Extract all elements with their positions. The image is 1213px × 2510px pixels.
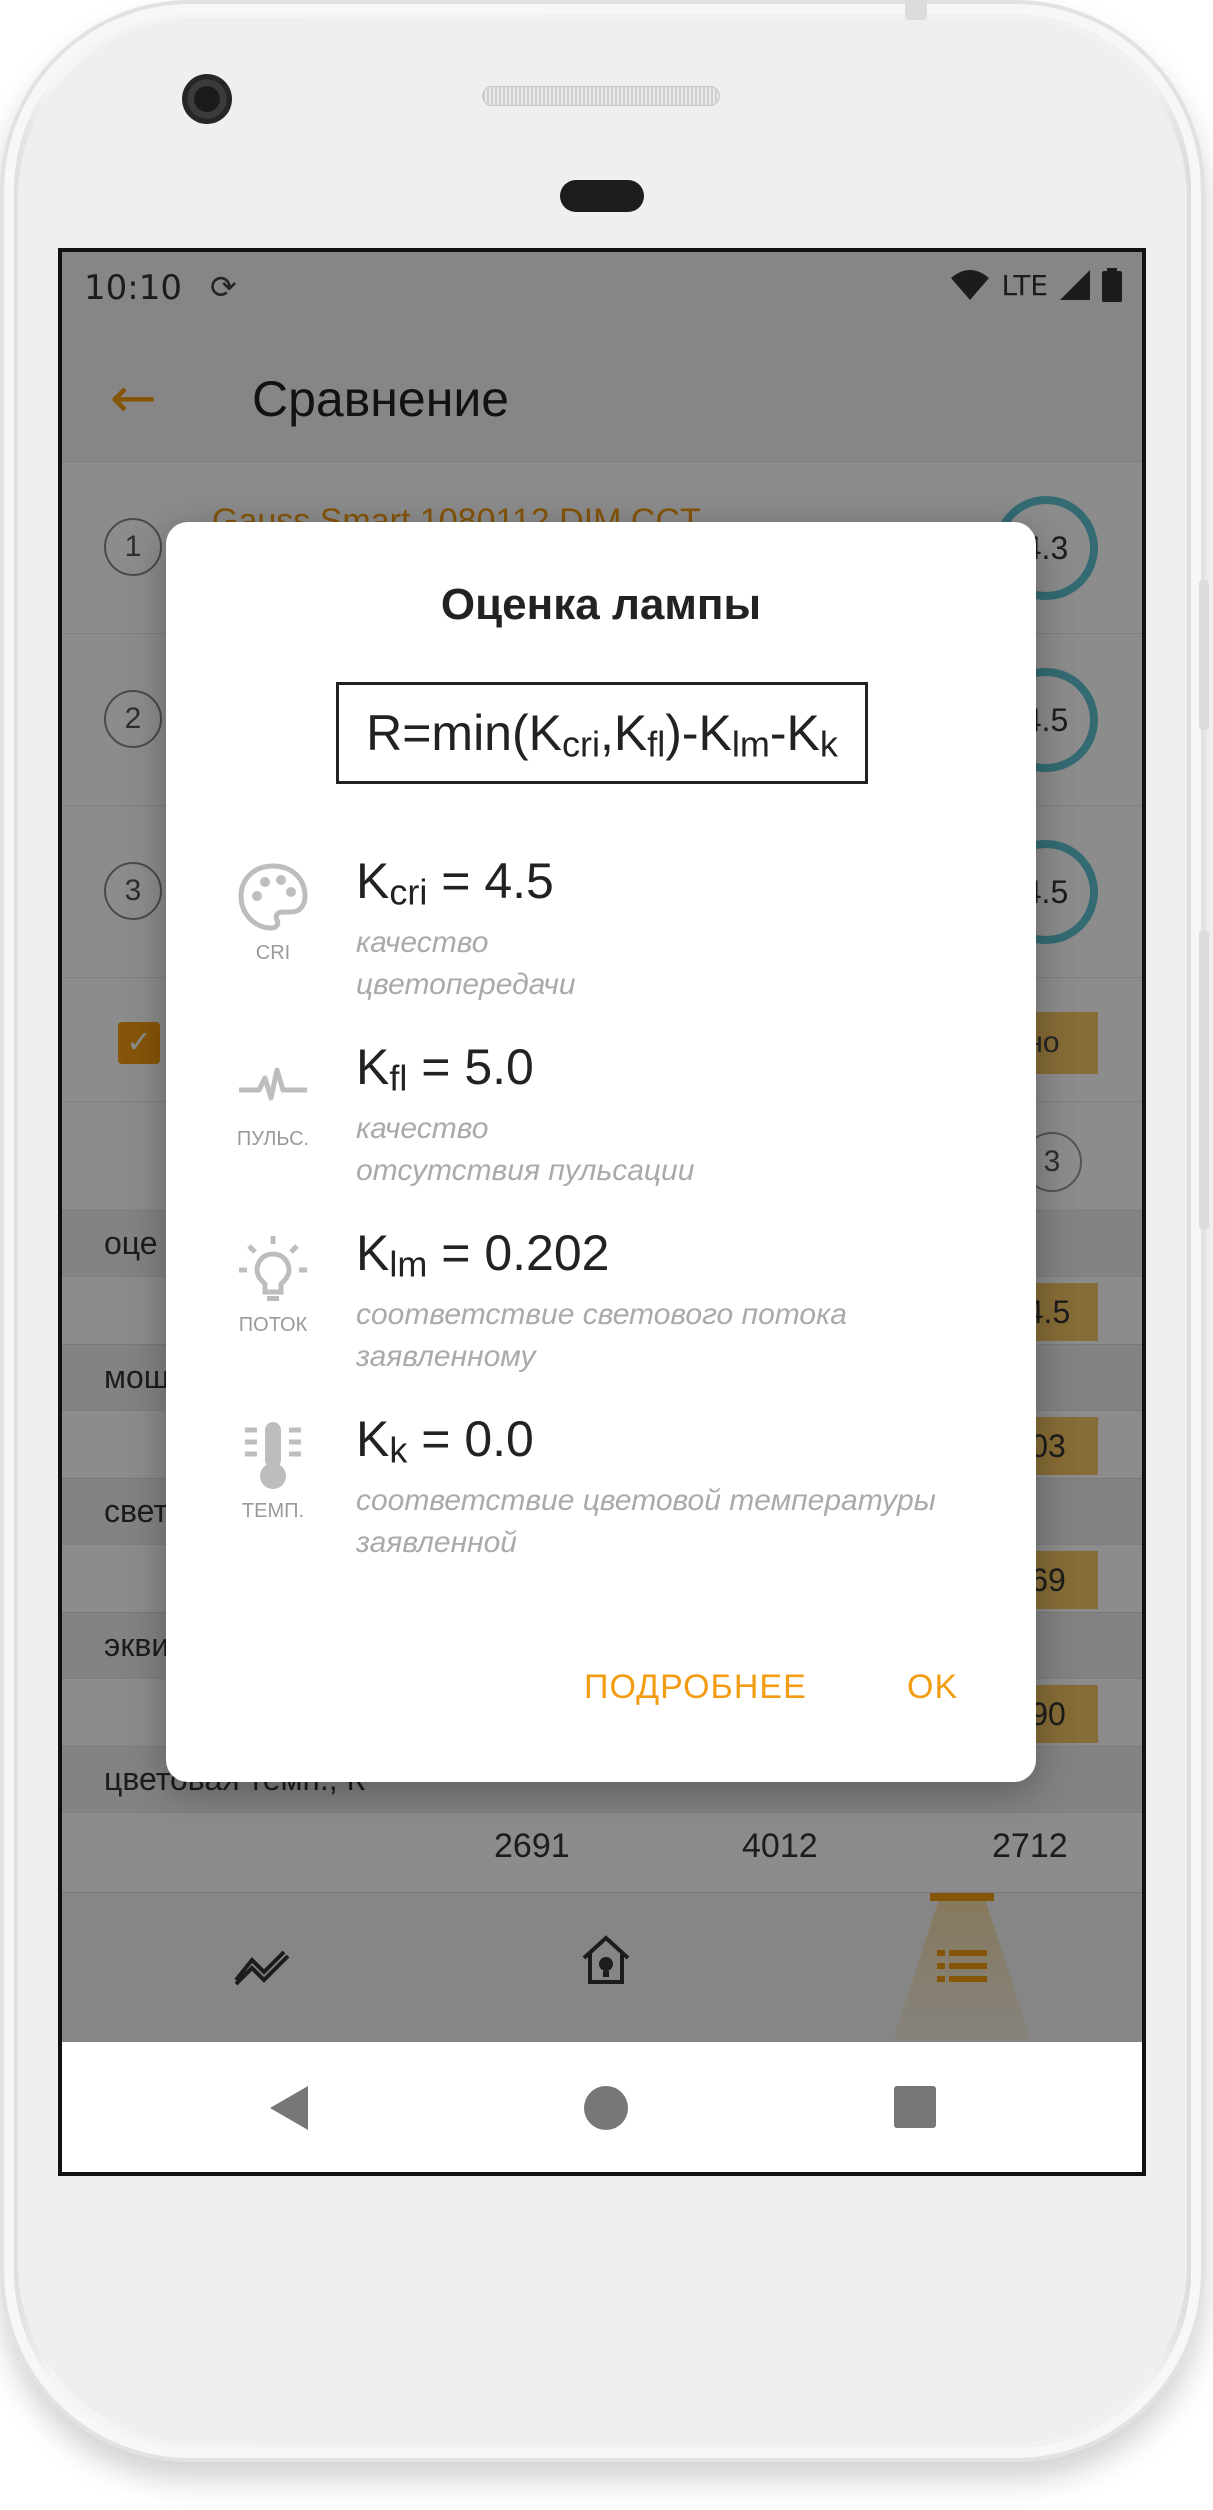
k-symbol: K [356,1225,390,1281]
k-subscript: k [389,1429,408,1471]
volume-button [1199,930,1209,1230]
power-button [1199,580,1209,730]
k-desc-line: соответствие цветовой температуры [356,1484,936,1517]
earpiece-speaker [482,86,720,106]
front-camera [182,74,232,124]
formula-sub-fl: fl [647,723,666,765]
k-icon-label: ПОТОК [238,1314,308,1336]
k-number: = 4.5 [427,853,554,909]
k-desc-line: заявленному [356,1340,536,1373]
k-number: = 5.0 [407,1039,534,1095]
k-description: качество цветопередачи [356,922,976,1006]
k-symbol: K [356,853,390,909]
formula-dash: -K [769,705,820,761]
pulse-icon: ПУЛЬС. [226,1048,320,1151]
rating-dialog: Оценка лампы R=min(Kcri,Kfl)-Klm-Kk CRI … [166,522,1036,1782]
k-desc-line: соответствие светового потока [356,1298,847,1331]
k-desc-line: отсутствия пульсации [356,1154,695,1187]
k-icon-label: ТЕМП. [241,1500,305,1522]
palette-icon: CRI [226,862,320,965]
k-icon-label: CRI [255,942,291,964]
k-desc-line: качество [356,1112,489,1145]
k-value: Kfl = 5.0 [356,1038,534,1099]
bulb-icon: ПОТОК [226,1234,320,1337]
more-button[interactable]: ПОДРОБНЕЕ [584,1668,807,1707]
k-symbol: K [356,1039,390,1095]
system-home-icon[interactable] [584,2086,628,2130]
formula-box: R=min(Kcri,Kfl)-Klm-Kk [336,682,868,784]
k-description: соответствие светового потока заявленному [356,1294,976,1378]
k-description: соответствие цветовой температуры заявлен… [356,1480,976,1564]
k-cri-row: CRI Kcri = 4.5 качество цветопередачи [166,852,1036,1032]
ok-button[interactable]: OK [907,1668,958,1707]
screen: 10:10 ⟳ LTE ← Сравнение 1 Gauss Smart 10… [58,248,1146,2176]
formula-prefix: R=min(K [366,705,562,761]
formula-sub-k: k [819,723,838,765]
k-number: = 0.0 [407,1411,534,1467]
k-subscript: cri [389,871,428,913]
k-fl-row: ПУЛЬС. Kfl = 5.0 качество отсутствия пуль… [166,1038,1036,1218]
formula-comma: ,K [599,705,648,761]
k-subscript: fl [389,1057,408,1099]
k-value: Kk = 0.0 [356,1410,534,1471]
formula-sub-cri: cri [561,723,600,765]
top-button [905,0,927,20]
k-lm-row: ПОТОК Klm = 0.202 соответствие светового… [166,1224,1036,1404]
k-value: Klm = 0.202 [356,1224,609,1285]
dialog-title: Оценка лампы [440,580,762,629]
k-k-row: ТЕМП. Kk = 0.0 соответствие цветовой тем… [166,1410,1036,1590]
k-symbol: K [356,1411,390,1467]
k-desc-line: качество [356,926,489,959]
k-value: Kcri = 4.5 [356,852,554,913]
proximity-sensor [560,180,644,212]
formula-mid: )-K [665,705,732,761]
k-icon-label: ПУЛЬС. [236,1128,310,1150]
system-navigation-bar [62,2042,1142,2172]
thermometer-icon: ТЕМП. [226,1420,320,1523]
system-back-icon[interactable] [270,2086,308,2130]
k-description: качество отсутствия пульсации [356,1108,976,1192]
k-number: = 0.202 [427,1225,610,1281]
formula-sub-lm: lm [731,723,770,765]
system-recents-icon[interactable] [894,2086,936,2128]
k-subscript: lm [389,1243,428,1285]
k-desc-line: цветопередачи [356,968,576,1001]
k-desc-line: заявленной [356,1526,517,1559]
